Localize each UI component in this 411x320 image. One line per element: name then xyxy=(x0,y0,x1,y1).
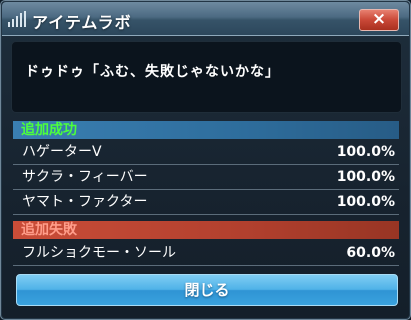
success-rate: 100.0% xyxy=(336,194,395,210)
signal-bars-icon xyxy=(8,11,28,27)
success-rate: 100.0% xyxy=(336,144,395,160)
message-box: ドゥドゥ「ふむ、失敗じゃないかな」 xyxy=(11,41,402,113)
npc-message: ドゥドゥ「ふむ、失敗じゃないかな」 xyxy=(25,64,280,80)
success-row: サクラ・フィーバー 100.0% xyxy=(13,165,399,190)
item-lab-window: アイテムラボ × ドゥドゥ「ふむ、失敗じゃないかな」 追加成功 ハゲーターV 1… xyxy=(0,0,411,320)
title-bar: アイテムラボ × xyxy=(2,2,409,36)
ability-name: サクラ・フィーバー xyxy=(22,169,148,185)
ability-name: ヤマト・ファクター xyxy=(22,194,148,210)
success-rate: 100.0% xyxy=(336,169,395,185)
close-button[interactable]: 閉じる xyxy=(16,274,398,306)
success-row: ヤマト・ファクター 100.0% xyxy=(13,190,399,215)
failure-row: フルショクモー・ソール 60.0% xyxy=(13,241,399,266)
success-header: 追加成功 xyxy=(13,121,399,139)
ability-name: フルショクモー・ソール xyxy=(22,245,176,261)
close-icon[interactable]: × xyxy=(359,9,399,31)
success-row: ハゲーターV 100.0% xyxy=(13,140,399,165)
ability-name: ハゲーターV xyxy=(22,144,102,160)
window-title: アイテムラボ xyxy=(32,13,132,32)
failure-header: 追加失敗 xyxy=(13,221,399,239)
failure-rate: 60.0% xyxy=(346,245,395,261)
